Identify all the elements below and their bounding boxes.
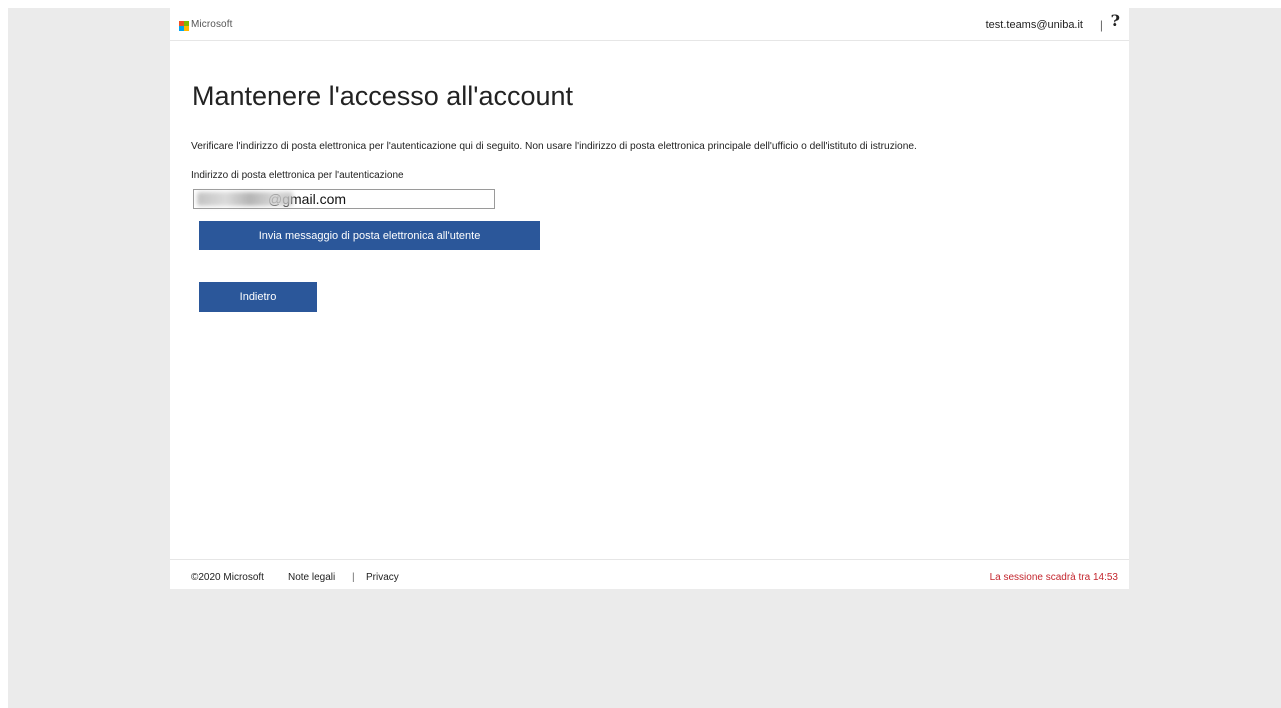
legal-notes-link[interactable]: Note legali [288,572,335,583]
copyright-text: ©2020 Microsoft [191,572,264,583]
top-bar: Microsoft test.teams@uniba.it | ? [170,8,1129,41]
page-title: Mantenere l'accesso all'account [192,81,574,111]
privacy-link[interactable]: Privacy [366,572,399,583]
redacted-email-blur [197,192,293,206]
microsoft-logo-icon [179,21,189,31]
user-email[interactable]: test.teams@uniba.it [986,19,1083,31]
send-email-button[interactable]: Invia messaggio di posta elettronica all… [199,221,540,250]
back-button[interactable]: Indietro [199,282,317,312]
signin-card: Microsoft test.teams@uniba.it | ? Manten… [170,8,1129,589]
session-timer: La sessione scadrà tra 14:53 [989,572,1118,583]
brand-name: Microsoft [191,19,233,30]
help-icon[interactable]: ? [1111,11,1120,30]
instructions-text: Verificare l'indirizzo di posta elettron… [191,141,917,152]
footer-separator: | [352,572,355,583]
header-separator: | [1099,18,1103,32]
email-field-label: Indirizzo di posta elettronica per l'aut… [191,170,404,181]
footer: ©2020 Microsoft Note legali | Privacy La… [170,559,1129,590]
